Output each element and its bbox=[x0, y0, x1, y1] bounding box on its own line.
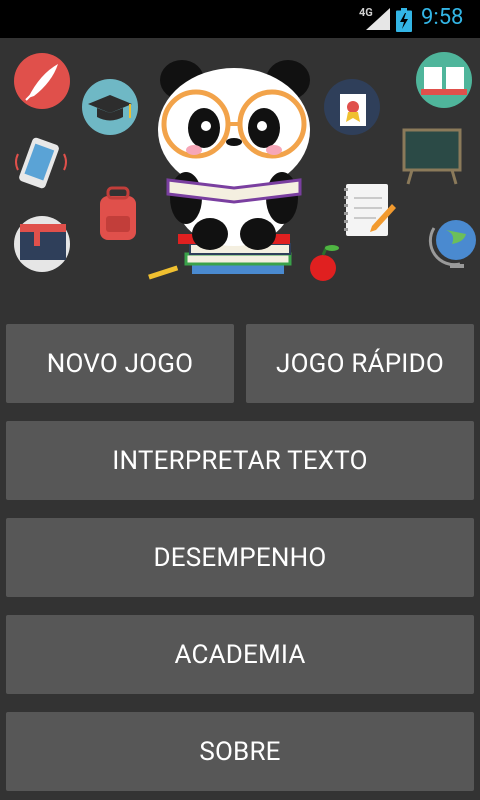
battery-charging-icon bbox=[396, 8, 412, 32]
panda-mascot bbox=[158, 60, 310, 250]
header-illustration bbox=[14, 52, 476, 281]
open-book-icon bbox=[416, 52, 472, 108]
graduation-cap-icon bbox=[82, 79, 138, 135]
academy-button[interactable]: ACADEMIA bbox=[6, 615, 474, 694]
notepad-icon bbox=[344, 184, 396, 236]
new-game-button[interactable]: NOVO JOGO bbox=[6, 324, 234, 403]
about-button[interactable]: SOBRE bbox=[6, 712, 474, 791]
quick-game-button[interactable]: JOGO RÁPIDO bbox=[246, 324, 474, 403]
backpack-icon bbox=[100, 186, 136, 240]
phone-icon bbox=[15, 137, 67, 189]
apple-icon bbox=[310, 245, 339, 281]
performance-button[interactable]: DESEMPENHO bbox=[6, 518, 474, 597]
book-icon bbox=[14, 216, 70, 272]
pencil-icon bbox=[148, 265, 179, 280]
certificate-icon bbox=[324, 79, 380, 135]
interpret-text-button[interactable]: INTERPRETAR TEXTO bbox=[6, 421, 474, 500]
blackboard-icon bbox=[402, 128, 462, 185]
quill-icon bbox=[14, 53, 70, 109]
clock: 9:58 bbox=[421, 5, 464, 30]
status-bar: 4G 9:58 bbox=[0, 0, 480, 38]
globe-icon bbox=[428, 220, 476, 268]
signal-icon bbox=[366, 8, 390, 30]
